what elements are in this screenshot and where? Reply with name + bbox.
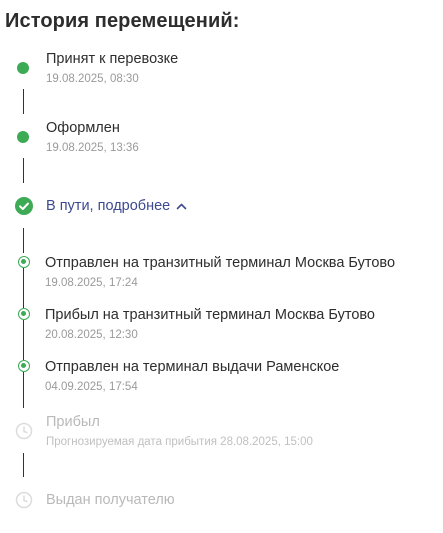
ring-dot-icon [17, 256, 30, 268]
timeline-connector [22, 453, 24, 477]
substep-sent-ramenskoe-time: 04.09.2025, 17:54 [45, 381, 138, 393]
pending-arrived-label: Прибыл [46, 414, 100, 430]
pending-arrived-eta: Прогнозируемая дата прибытия 28.08.2025,… [46, 436, 313, 448]
substep-sent-butovo-time: 19.08.2025, 17:24 [45, 277, 138, 289]
timeline-connector [22, 268, 24, 308]
clock-icon [15, 422, 33, 440]
step-accepted-time: 19.08.2025, 08:30 [46, 73, 139, 85]
timeline-connector [22, 320, 24, 360]
in-transit-label: В пути, подробнее [46, 198, 171, 214]
completed-dot-icon [17, 131, 29, 143]
timeline-connector [22, 89, 24, 114]
step-registered-time: 19.08.2025, 13:36 [46, 142, 139, 154]
substep-arrived-butovo-time: 20.08.2025, 12:30 [45, 329, 138, 341]
clock-icon [15, 491, 33, 509]
substep-arrived-butovo-label: Прибыл на транзитный терминал Москва Бут… [45, 307, 375, 323]
timeline-connector [22, 372, 24, 408]
chevron-up-icon [176, 197, 187, 215]
step-registered-label: Оформлен [46, 120, 120, 136]
completed-dot-icon [17, 62, 29, 74]
substep-sent-butovo-label: Отправлен на транзитный терминал Москва … [45, 255, 396, 271]
in-transit-toggle[interactable]: В пути, подробнее [46, 197, 187, 215]
ring-dot-icon [17, 360, 30, 372]
substep-sent-ramenskoe-label: Отправлен на терминал выдачи Раменское [45, 359, 340, 375]
check-circle-icon [15, 197, 33, 215]
step-accepted-label: Принят к перевозке [46, 51, 179, 67]
page-title: История перемещений: [5, 10, 240, 32]
timeline-connector [22, 158, 24, 183]
timeline-connector [22, 228, 24, 253]
ring-dot-icon [17, 308, 30, 320]
pending-delivered-label: Выдан получателю [46, 492, 175, 508]
